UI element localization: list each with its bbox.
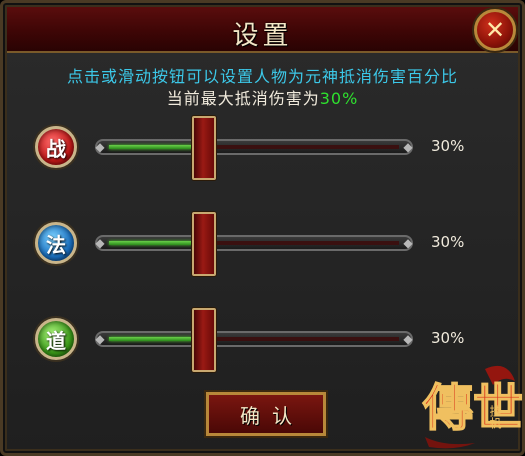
mage-badge: 法 [35,222,77,264]
game-logo: 傳世 挂机 [421,365,523,449]
title-bar: 设置 [7,7,518,53]
confirm-button[interactable]: 确认 [206,392,326,436]
track-right-cap-icon: ◆ [403,332,413,346]
track-left-cap-icon: ◆ [95,140,105,154]
slider-rest-warrior [216,145,399,149]
slider-row-warrior: 战 ◆ ◆ 30% [33,116,493,183]
slider-value-mage: 30% [431,233,465,251]
slider-track-warrior[interactable]: ◆ ◆ [95,116,413,180]
taoist-badge: 道 [35,318,77,360]
slider-value-warrior: 30% [431,137,465,155]
close-button[interactable]: ✕ [474,9,516,51]
slider-rest-mage [216,241,399,245]
track-right-cap-icon: ◆ [403,236,413,250]
slider-thumb-taoist[interactable] [192,308,217,372]
slider-rest-taoist [216,337,399,341]
slider-value-taoist: 30% [431,329,465,347]
track-left-cap-icon: ◆ [95,332,105,346]
dialog-title: 设置 [232,21,293,51]
slider-row-mage: 法 ◆ ◆ 30% [33,212,493,279]
info-text-line2: 当前最大抵消伤害为30% [3,85,522,109]
slider-fill-mage [109,241,193,245]
warrior-badge: 战 [35,126,77,168]
settings-dialog: 设置 ✕ 点击或滑动按钮可以设置人物为元神抵消伤害百分比 当前最大抵消伤害为30… [0,0,525,456]
max-reduction-value: 30% [319,89,359,108]
slider-fill-taoist [109,337,193,341]
logo-text: 傳世 [422,378,523,437]
slider-fill-warrior [109,145,193,149]
track-right-cap-icon: ◆ [403,140,413,154]
slider-track-mage[interactable]: ◆ ◆ [95,212,413,276]
close-icon: ✕ [484,16,506,44]
info-line2-prefix: 当前最大抵消伤害为 [166,89,320,108]
slider-track-taoist[interactable]: ◆ ◆ [95,308,413,372]
slider-thumb-mage[interactable] [192,212,217,276]
slider-thumb-warrior[interactable] [192,116,217,180]
logo-sub-text: 挂机 [488,405,502,429]
track-left-cap-icon: ◆ [95,236,105,250]
info-text-line1: 点击或滑动按钮可以设置人物为元神抵消伤害百分比 [66,67,458,86]
